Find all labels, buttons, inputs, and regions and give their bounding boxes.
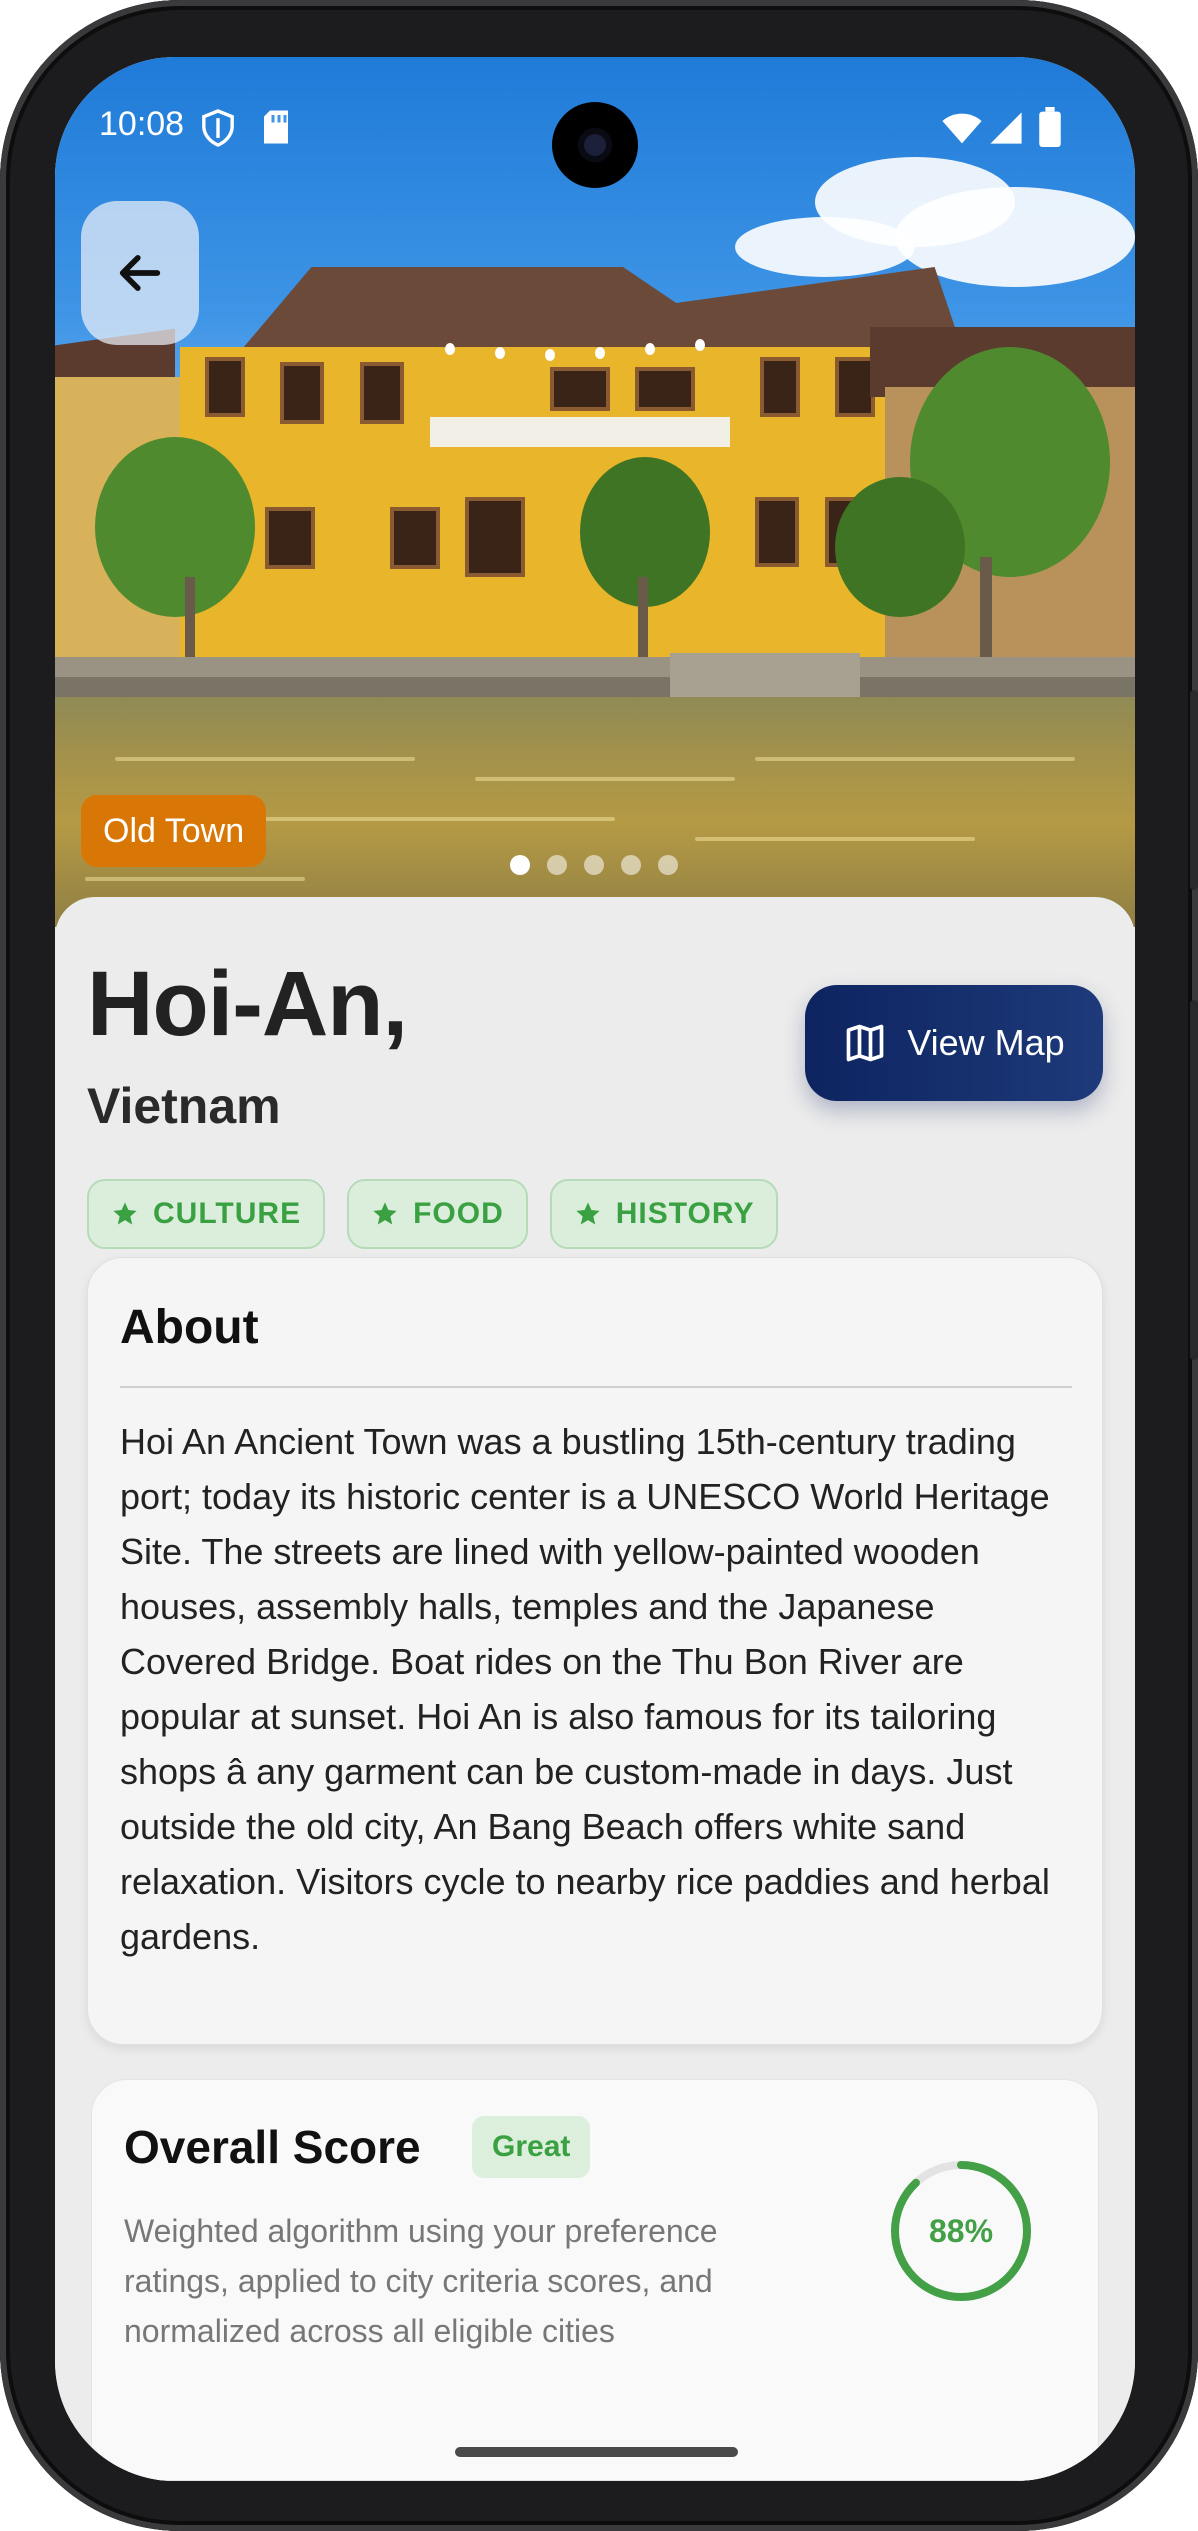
score-percent: 88% bbox=[928, 2212, 994, 2249]
view-map-label: View Map bbox=[907, 1022, 1065, 1063]
map-icon bbox=[846, 1024, 884, 1062]
view-map-button[interactable]: View Map bbox=[805, 985, 1103, 1101]
wifi-icon bbox=[941, 111, 983, 150]
score-description: Weighted algorithm using your preference… bbox=[124, 2213, 718, 2349]
carousel-dot[interactable] bbox=[584, 855, 604, 875]
home-indicator[interactable] bbox=[455, 2447, 738, 2457]
battery-icon bbox=[1039, 107, 1061, 152]
tag-history: HISTORY bbox=[549, 1179, 779, 1249]
carousel-indicator[interactable] bbox=[510, 855, 678, 875]
volume-button bbox=[1190, 1000, 1198, 1360]
star-icon bbox=[576, 1202, 600, 1225]
tag-culture: CULTURE bbox=[87, 1179, 326, 1249]
sd-card-icon bbox=[261, 109, 291, 150]
back-button[interactable] bbox=[81, 201, 199, 345]
carousel-dot[interactable] bbox=[510, 855, 530, 875]
carousel-dot[interactable] bbox=[621, 855, 641, 875]
divider bbox=[120, 1386, 1072, 1388]
score-heading: Overall Score bbox=[124, 2121, 421, 2173]
front-camera bbox=[552, 102, 638, 188]
arrow-left-icon bbox=[119, 255, 161, 291]
screen: 10:08 Old Town Hoi-An, Vietnam View Map … bbox=[55, 57, 1135, 2481]
tag-label: FOOD bbox=[413, 1197, 504, 1230]
category-chip: Old Town bbox=[81, 795, 267, 867]
about-card: About Hoi An Ancient Town was a bustling… bbox=[87, 1257, 1103, 2045]
power-button bbox=[1190, 690, 1198, 890]
country-name: Vietnam bbox=[87, 1078, 281, 1134]
city-name: Hoi-An, bbox=[87, 953, 408, 1055]
shield-icon bbox=[201, 109, 235, 152]
about-text: Hoi An Ancient Town was a bustling 15th-… bbox=[120, 1421, 1050, 1957]
signal-icon bbox=[989, 111, 1023, 150]
star-icon bbox=[113, 1202, 137, 1225]
tag-food: FOOD bbox=[347, 1179, 528, 1249]
carousel-dot[interactable] bbox=[658, 855, 678, 875]
tag-label: HISTORY bbox=[615, 1197, 755, 1230]
details-sheet: Hoi-An, Vietnam View Map CULTURE FOOD HI… bbox=[55, 897, 1135, 2481]
about-heading: About bbox=[120, 1301, 259, 1354]
overall-score-card: Overall Score Great Weighted algorithm u… bbox=[91, 2079, 1099, 2481]
tag-label: CULTURE bbox=[153, 1197, 302, 1230]
tag-list: CULTURE FOOD HISTORY bbox=[87, 1179, 779, 1249]
score-badge: Great bbox=[472, 2116, 591, 2178]
carousel-dot[interactable] bbox=[547, 855, 567, 875]
status-time: 10:08 bbox=[99, 105, 185, 143]
star-icon bbox=[373, 1202, 397, 1225]
